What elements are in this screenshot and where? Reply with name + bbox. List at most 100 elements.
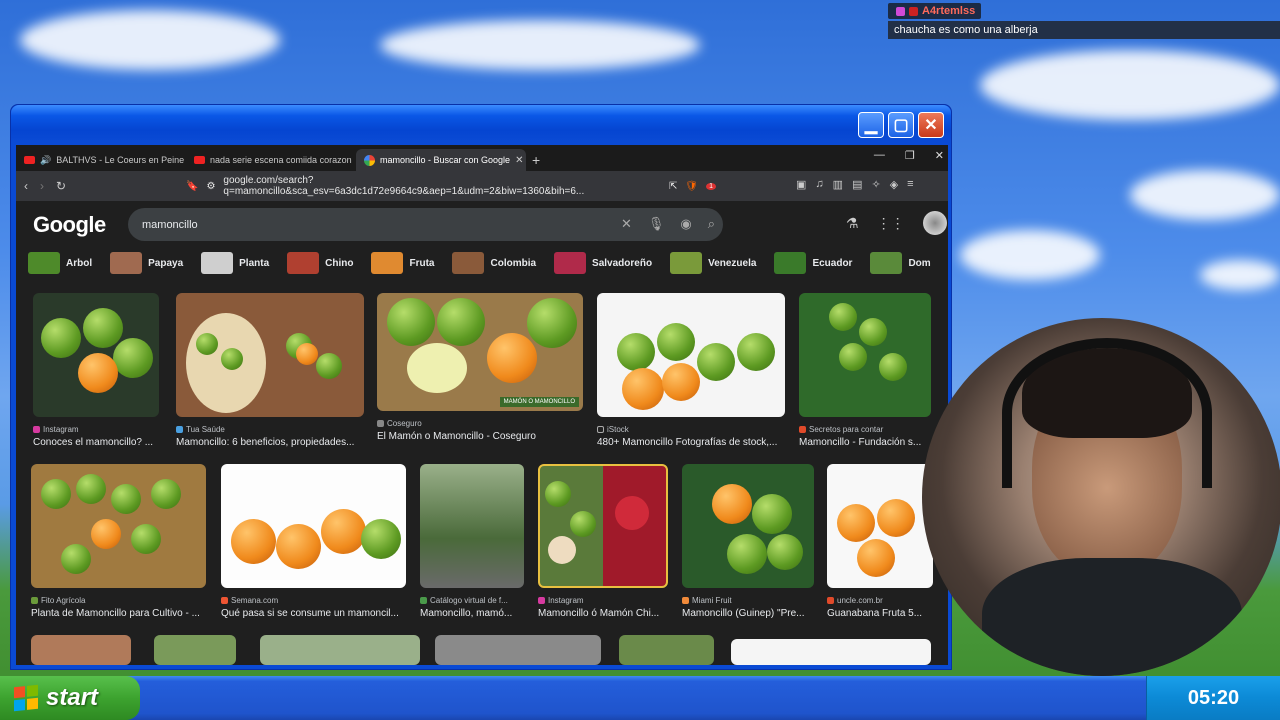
result-thumbnail[interactable] — [799, 293, 931, 417]
result-thumbnail[interactable] — [31, 464, 206, 588]
clear-icon[interactable]: ✕ — [621, 216, 632, 232]
wallet-icon[interactable]: ▤ — [852, 178, 862, 191]
xp-titlebar[interactable]: ▁ ▢ ✕ — [11, 105, 951, 141]
maximize-button[interactable]: ▢ — [888, 112, 914, 138]
chip-colombia[interactable]: Colombia — [452, 250, 545, 276]
result-thumbnail[interactable] — [33, 293, 159, 417]
filter-chips: Arbol Papaya Planta Chino Fruta Colombia… — [28, 250, 939, 276]
result-thumbnail[interactable] — [420, 464, 524, 588]
headset — [1002, 338, 1212, 488]
browser-restore-icon[interactable]: ❐ — [905, 149, 915, 162]
chip-ecuador[interactable]: Ecuador — [774, 250, 861, 276]
clock[interactable]: 05:20 — [1188, 687, 1239, 710]
chip-arbol[interactable]: Arbol — [28, 250, 101, 276]
share-icon[interactable]: ⇱ — [669, 181, 677, 192]
chip-thumb — [554, 252, 587, 274]
close-button[interactable]: ✕ — [918, 112, 944, 138]
tab-close-icon[interactable]: ✕ — [515, 155, 523, 166]
image-result[interactable]: uncle.com.br Guanabana Fruta 5... — [827, 464, 933, 619]
ai-icon[interactable]: ✧ — [871, 178, 880, 191]
result-title[interactable]: Mamoncillo: 6 beneficios, propiedades... — [176, 437, 364, 448]
result-title[interactable]: Mamoncillo, mamó... — [420, 608, 524, 619]
chat-message: chaucha es como una alberja — [888, 21, 1280, 39]
youtube-icon — [194, 156, 205, 164]
result-thumbnail[interactable]: MAMÓN O MAMONCILLO — [377, 293, 583, 411]
lens-icon[interactable]: ◉ — [680, 216, 691, 232]
start-button[interactable]: start — [0, 676, 140, 720]
result-title[interactable]: El Mamón o Mamoncillo - Coseguro — [377, 431, 583, 442]
bookmark-icon[interactable]: 🔖 — [186, 181, 198, 192]
chip-label: Papaya — [148, 257, 184, 269]
tab-label: mamoncillo - Buscar con Google — [380, 155, 511, 165]
image-result[interactable]: Miami Fruit Mamoncillo (Guinep) "Pre... — [682, 464, 814, 619]
search-input[interactable] — [142, 218, 582, 231]
menu-icon[interactable]: ≡ — [907, 178, 913, 191]
browser-close-icon[interactable]: ✕ — [935, 149, 944, 162]
chip-label: Planta — [239, 257, 270, 269]
chip-salvadoreno[interactable]: Salvadoreño — [554, 250, 661, 276]
image-result[interactable]: Semana.com Qué pasa si se consume un mam… — [221, 464, 406, 619]
apps-grid-icon[interactable]: ⋮⋮ — [877, 215, 905, 232]
site-info-icon[interactable]: ⚙ — [206, 181, 215, 192]
result-title[interactable]: Mamoncillo (Guinep) "Pre... — [682, 608, 814, 619]
result-title[interactable]: Mamoncillo - Fundación s... — [799, 437, 931, 448]
fito-agricola-icon — [31, 597, 38, 604]
avatar[interactable] — [922, 211, 947, 235]
result-title[interactable]: Conoces el mamoncillo? ... — [33, 437, 159, 448]
new-tab-button[interactable]: + — [532, 152, 540, 168]
image-result[interactable]: MAMÓN O MAMONCILLO Coseguro El Mamón o M… — [377, 293, 583, 442]
image-result[interactable]: Fito Agrícola Planta de Mamoncillo para … — [31, 464, 206, 619]
brave-shield-icon[interactable]: 🛡 — [685, 181, 698, 192]
result-thumbnail[interactable] — [221, 464, 406, 588]
tab-youtube-1[interactable]: 🔊 BALTHVS - Le Coeurs en Peine (A — [16, 149, 186, 171]
chip-planta[interactable]: Planta — [201, 250, 278, 276]
result-thumbnail[interactable] — [682, 464, 814, 588]
result-source: Miami Fruit — [682, 596, 814, 605]
taskbar: start 05:20 — [0, 676, 1280, 720]
browser-minimize-icon[interactable]: — — [874, 149, 885, 162]
microphone-icon[interactable]: 🎙 — [648, 216, 665, 232]
result-thumbnail[interactable] — [597, 293, 785, 417]
chip-thumb — [28, 252, 60, 274]
google-logo[interactable]: Google — [33, 212, 106, 238]
minimize-button[interactable]: ▁ — [858, 112, 884, 138]
miami-fruit-icon — [682, 597, 689, 604]
result-source: Fito Agrícola — [31, 596, 206, 605]
result-title[interactable]: Planta de Mamoncillo para Cultivo - ... — [31, 608, 206, 619]
chip-thumb — [287, 252, 320, 274]
image-result[interactable]: Instagram Conoces el mamoncillo? ... — [33, 293, 159, 448]
chip-venezuela[interactable]: Venezuela — [670, 250, 765, 276]
result-source: Instagram — [538, 596, 668, 605]
image-result[interactable]: Secretos para contar Mamoncillo - Fundac… — [799, 293, 931, 448]
address-bar[interactable]: 🔖 ⚙ google.com/search?q=mamoncillo&sca_e… — [186, 175, 716, 197]
search-box[interactable]: ✕ 🎙 ◉ ⌕ — [128, 208, 723, 241]
tab-google-search[interactable]: mamoncillo - Buscar con Google ✕ — [356, 149, 526, 171]
result-thumbnail[interactable] — [538, 464, 668, 588]
result-thumbnail[interactable] — [176, 293, 364, 417]
forward-icon[interactable]: › — [40, 179, 44, 193]
result-title[interactable]: 480+ Mamoncillo Fotografías de stock,... — [597, 437, 785, 448]
reload-icon[interactable]: ↻ — [56, 179, 66, 193]
chip-fruta[interactable]: Fruta — [371, 250, 443, 276]
maximize-icon: ▢ — [893, 117, 909, 134]
result-thumbnail[interactable] — [827, 464, 933, 588]
image-result[interactable]: Tua Saúde Mamoncillo: 6 beneficios, prop… — [176, 293, 364, 448]
sidebar-icon[interactable]: ▥ — [833, 178, 843, 191]
chip-papaya[interactable]: Papaya — [110, 250, 192, 276]
screenshot-icon[interactable]: ▣ — [796, 178, 806, 191]
result-title[interactable]: Qué pasa si se consume un mamoncil... — [221, 608, 406, 619]
chip-dom[interactable]: Dom — [870, 250, 939, 276]
chip-chino[interactable]: Chino — [287, 250, 362, 276]
vpn-icon[interactable]: ◈ — [890, 178, 898, 191]
labs-icon[interactable]: ⚗ — [846, 215, 859, 232]
search-icon[interactable]: ⌕ — [708, 216, 715, 232]
back-icon[interactable]: ‹ — [24, 179, 28, 193]
image-result[interactable]: Catálogo virtual de f... Mamoncillo, mam… — [420, 464, 524, 619]
result-title[interactable]: Guanabana Fruta 5... — [827, 608, 933, 619]
music-icon[interactable]: ♫ — [815, 178, 823, 191]
image-result[interactable]: iStock 480+ Mamoncillo Fotografías de st… — [597, 293, 785, 448]
tab-youtube-2[interactable]: nada serie escena comiida corazon — [186, 149, 356, 171]
result-title[interactable]: Mamoncillo ó Mamón Chi... — [538, 608, 668, 619]
chip-label: Arbol — [66, 257, 93, 269]
image-result[interactable]: Instagram Mamoncillo ó Mamón Chi... — [538, 464, 668, 619]
